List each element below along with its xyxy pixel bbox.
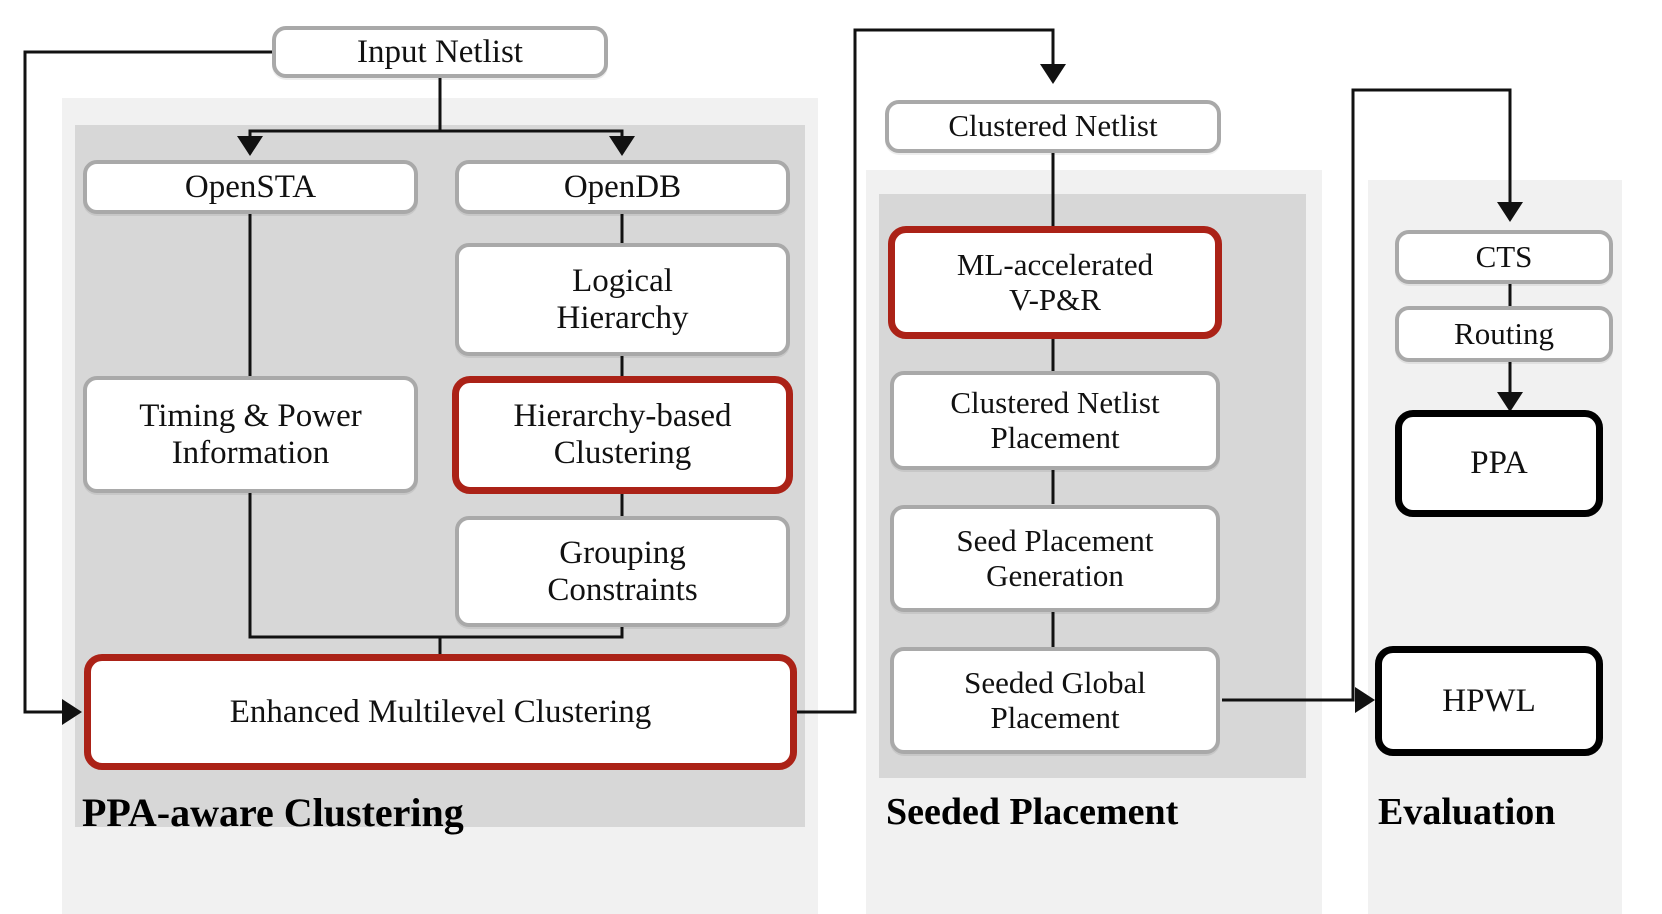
node-opensta-label: OpenSTA <box>184 168 317 205</box>
node-input-netlist-label: Input Netlist <box>357 33 523 70</box>
caption-evaluation: Evaluation <box>1378 793 1555 831</box>
node-seed-placement-generation-line2: Generation <box>986 557 1124 593</box>
caption-evaluation-label: Evaluation <box>1378 791 1556 833</box>
node-clustered-netlist-placement-line1: Clustered Netlist <box>950 384 1160 420</box>
node-logical-hierarchy-line1: Logical <box>572 262 673 299</box>
node-ml-accelerated-vpr[interactable]: ML-accelerated V-P&R <box>888 226 1222 339</box>
node-hierarchy-based-clustering-line1: Hierarchy-based <box>513 398 732 435</box>
arrow-to-enhanced-clustering <box>62 699 82 725</box>
node-timing-power-information[interactable]: Timing & Power Information <box>83 376 418 493</box>
node-grouping-constraints-line1: Grouping <box>559 534 686 571</box>
node-timing-power-line1: Timing & Power <box>139 397 362 434</box>
node-timing-power-line2: Information <box>171 434 330 471</box>
node-clustered-netlist-placement-line2: Placement <box>990 419 1120 455</box>
node-hpwl[interactable]: HPWL <box>1375 646 1603 756</box>
node-ml-accelerated-vpr-line2: V-P&R <box>1009 281 1101 317</box>
node-enhanced-multilevel-clustering-label: Enhanced Multilevel Clustering <box>229 693 652 730</box>
node-clustered-netlist-placement[interactable]: Clustered Netlist Placement <box>890 371 1220 470</box>
node-seed-placement-generation[interactable]: Seed Placement Generation <box>890 505 1220 612</box>
node-hierarchy-based-clustering[interactable]: Hierarchy-based Clustering <box>452 376 793 494</box>
node-hierarchy-based-clustering-line2: Clustering <box>553 435 692 471</box>
node-cts[interactable]: CTS <box>1395 230 1613 284</box>
arrow-to-clustered-netlist <box>1040 64 1066 84</box>
node-logical-hierarchy[interactable]: Logical Hierarchy <box>455 243 790 356</box>
arrow-to-hpwl <box>1355 687 1375 713</box>
node-opendb[interactable]: OpenDB <box>455 160 790 214</box>
arrow-to-opensta <box>237 136 263 156</box>
node-routing[interactable]: Routing <box>1395 306 1613 362</box>
node-ml-accelerated-vpr-line1: ML-accelerated <box>956 246 1154 282</box>
node-cts-label: CTS <box>1475 238 1533 274</box>
node-clustered-netlist-label: Clustered Netlist <box>948 108 1158 144</box>
arrow-to-cts <box>1497 202 1523 222</box>
node-grouping-constraints[interactable]: Grouping Constraints <box>455 516 790 627</box>
node-hpwl-label: HPWL <box>1442 682 1536 719</box>
node-routing-label: Routing <box>1454 315 1554 351</box>
diagram-canvas: Input Netlist OpenSTA OpenDB Logical Hie… <box>0 0 1662 914</box>
node-seeded-global-placement-line1: Seeded Global <box>964 664 1146 700</box>
caption-seeded-placement: Seeded Placement <box>886 793 1178 831</box>
node-seeded-global-placement[interactable]: Seeded Global Placement <box>890 647 1220 754</box>
caption-seeded-placement-label: Seeded Placement <box>886 791 1179 833</box>
node-grouping-constraints-line2: Constraints <box>547 571 698 608</box>
node-seed-placement-generation-line1: Seed Placement <box>956 522 1154 558</box>
node-input-netlist[interactable]: Input Netlist <box>272 26 608 78</box>
node-opensta[interactable]: OpenSTA <box>83 160 418 214</box>
node-clustered-netlist[interactable]: Clustered Netlist <box>885 100 1221 153</box>
node-opendb-label: OpenDB <box>563 168 682 205</box>
node-logical-hierarchy-line2: Hierarchy <box>556 299 689 336</box>
arrow-to-opendb <box>609 136 635 156</box>
node-ppa-label: PPA <box>1470 445 1528 482</box>
node-seeded-global-placement-line2: Placement <box>990 699 1120 735</box>
caption-ppa-aware-clustering-label: PPA-aware Clustering <box>82 790 464 835</box>
node-enhanced-multilevel-clustering[interactable]: Enhanced Multilevel Clustering <box>84 654 797 770</box>
node-ppa[interactable]: PPA <box>1395 410 1603 517</box>
caption-ppa-aware-clustering: PPA-aware Clustering <box>82 793 464 833</box>
arrow-to-ppa <box>1497 392 1523 412</box>
